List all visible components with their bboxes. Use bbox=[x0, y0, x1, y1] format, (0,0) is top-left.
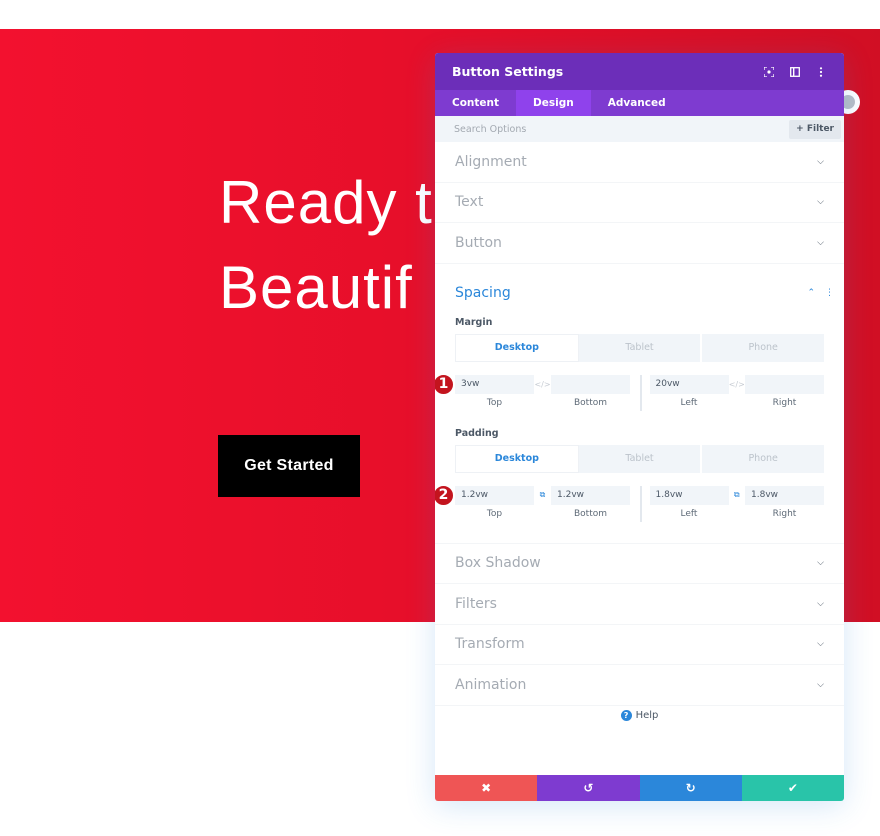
section-animation[interactable]: Animation ⌵ bbox=[435, 665, 844, 706]
chevron-down-icon: ⌵ bbox=[817, 598, 824, 609]
search-input[interactable]: Search Options bbox=[454, 124, 789, 135]
section-transform[interactable]: Transform ⌵ bbox=[435, 625, 844, 665]
padding-top-caption: Top bbox=[486, 508, 503, 519]
chevron-down-icon: ⌵ bbox=[817, 679, 824, 690]
section-text[interactable]: Text ⌵ bbox=[435, 183, 844, 223]
section-alignment[interactable]: Alignment ⌵ bbox=[435, 142, 844, 183]
tab-content[interactable]: Content bbox=[435, 90, 516, 116]
hero-title-line-2: Beautif bbox=[219, 254, 413, 321]
filter-button[interactable]: + Filter bbox=[789, 119, 841, 139]
padding-right-caption: Right bbox=[772, 508, 797, 519]
padding-tab-tablet[interactable]: Tablet bbox=[579, 444, 703, 473]
check-icon: ✔ bbox=[787, 781, 798, 795]
padding-top-input[interactable]: 1.2vw bbox=[455, 485, 534, 505]
link-icon[interactable]: </> bbox=[534, 375, 551, 394]
section-label: Alignment bbox=[455, 153, 527, 170]
margin-inputs: 1 3vw Top </> Bottom 20vw Left </> Right bbox=[435, 373, 824, 411]
margin-left-input[interactable]: 20vw bbox=[649, 374, 729, 394]
padding-left-input[interactable]: 1.8vw bbox=[649, 485, 729, 505]
margin-tab-tablet[interactable]: Tablet bbox=[579, 333, 703, 362]
chevron-down-icon: ⌵ bbox=[817, 197, 824, 208]
padding-bottom-caption: Bottom bbox=[573, 508, 607, 519]
section-label: Spacing bbox=[455, 284, 511, 301]
hero-title-line-1: Ready t bbox=[219, 169, 433, 236]
cancel-button[interactable]: ✖ bbox=[435, 775, 538, 801]
split-view-icon[interactable] bbox=[789, 66, 801, 78]
help-label: Help bbox=[635, 710, 659, 721]
chevron-down-icon: ⌵ bbox=[817, 558, 824, 569]
chevron-down-icon: ⌵ bbox=[817, 156, 824, 167]
margin-left-caption: Left bbox=[680, 397, 698, 408]
padding-inputs: 2 1.2vw Top ⧉ 1.2vw Bottom 1.8vw Left ⧉ 1.8… bbox=[435, 484, 824, 522]
redo-button[interactable]: ↻ bbox=[639, 775, 742, 801]
hero-title: Ready t Beautif bbox=[219, 160, 433, 330]
margin-top-input[interactable]: 3vw bbox=[455, 374, 534, 394]
section-label: Animation bbox=[455, 676, 527, 693]
margin-tab-desktop[interactable]: Desktop bbox=[455, 333, 579, 362]
more-vertical-icon[interactable]: ⋮ bbox=[825, 288, 834, 298]
redo-icon: ↻ bbox=[685, 781, 696, 795]
section-filters[interactable]: Filters ⌵ bbox=[435, 584, 844, 625]
tab-design[interactable]: Design bbox=[516, 90, 591, 116]
tab-advanced[interactable]: Advanced bbox=[591, 90, 683, 116]
undo-icon: ↺ bbox=[583, 781, 594, 795]
section-button[interactable]: Button ⌵ bbox=[435, 223, 844, 264]
page: Ready t Beautif Get Started Button Setti… bbox=[0, 0, 880, 836]
chevron-down-icon: ⌵ bbox=[817, 237, 824, 248]
modal-title: Button Settings bbox=[452, 64, 564, 79]
button-settings-modal: Button Settings Content Design Advanced … bbox=[435, 53, 844, 801]
margin-right-input[interactable] bbox=[745, 374, 824, 394]
search-bar: Search Options + Filter bbox=[435, 116, 844, 142]
section-spacing[interactable]: Spacing ⌃ ⋮ bbox=[435, 264, 844, 316]
step-badge-2: 2 bbox=[435, 484, 454, 506]
section-label: Text bbox=[455, 194, 484, 211]
padding-tab-desktop[interactable]: Desktop bbox=[455, 444, 579, 473]
padding-right-input[interactable]: 1.8vw bbox=[745, 485, 824, 505]
margin-label: Margin bbox=[455, 317, 493, 328]
chevron-down-icon: ⌵ bbox=[817, 639, 824, 650]
padding-tab-phone[interactable]: Phone bbox=[702, 445, 824, 473]
chevron-up-icon[interactable]: ⌃ bbox=[807, 288, 815, 298]
margin-tab-phone[interactable]: Phone bbox=[702, 334, 824, 362]
section-label: Box Shadow bbox=[455, 555, 541, 572]
link-icon[interactable]: ⧉ bbox=[534, 486, 551, 505]
margin-bottom-caption: Bottom bbox=[573, 397, 607, 408]
save-button[interactable]: ✔ bbox=[741, 775, 844, 801]
section-label: Button bbox=[455, 234, 502, 251]
padding-label: Padding bbox=[455, 428, 499, 439]
section-label: Filters bbox=[455, 595, 497, 612]
margin-top-caption: Top bbox=[486, 397, 503, 408]
padding-bottom-input[interactable]: 1.2vw bbox=[551, 485, 630, 505]
padding-device-tabs: Desktop Tablet Phone bbox=[455, 444, 824, 473]
undo-button[interactable]: ↺ bbox=[537, 775, 640, 801]
focus-icon[interactable] bbox=[763, 66, 775, 78]
modal-header[interactable]: Button Settings bbox=[435, 53, 844, 90]
get-started-button[interactable]: Get Started bbox=[218, 435, 360, 497]
modal-tabs: Content Design Advanced bbox=[435, 90, 844, 116]
step-badge-1: 1 bbox=[435, 373, 454, 395]
section-box-shadow[interactable]: Box Shadow ⌵ bbox=[435, 544, 844, 584]
help-link[interactable]: ? Help bbox=[435, 710, 844, 721]
help-icon: ? bbox=[620, 710, 632, 721]
link-icon[interactable]: </> bbox=[729, 375, 746, 394]
section-label: Transform bbox=[455, 636, 525, 653]
margin-device-tabs: Desktop Tablet Phone bbox=[455, 333, 824, 362]
more-vertical-icon[interactable] bbox=[815, 66, 827, 78]
margin-right-caption: Right bbox=[772, 397, 797, 408]
modal-footer: ✖ ↺ ↻ ✔ bbox=[435, 775, 844, 801]
close-icon: ✖ bbox=[481, 781, 492, 795]
margin-bottom-input[interactable] bbox=[551, 374, 630, 394]
link-icon[interactable]: ⧉ bbox=[729, 486, 746, 505]
padding-left-caption: Left bbox=[680, 508, 698, 519]
